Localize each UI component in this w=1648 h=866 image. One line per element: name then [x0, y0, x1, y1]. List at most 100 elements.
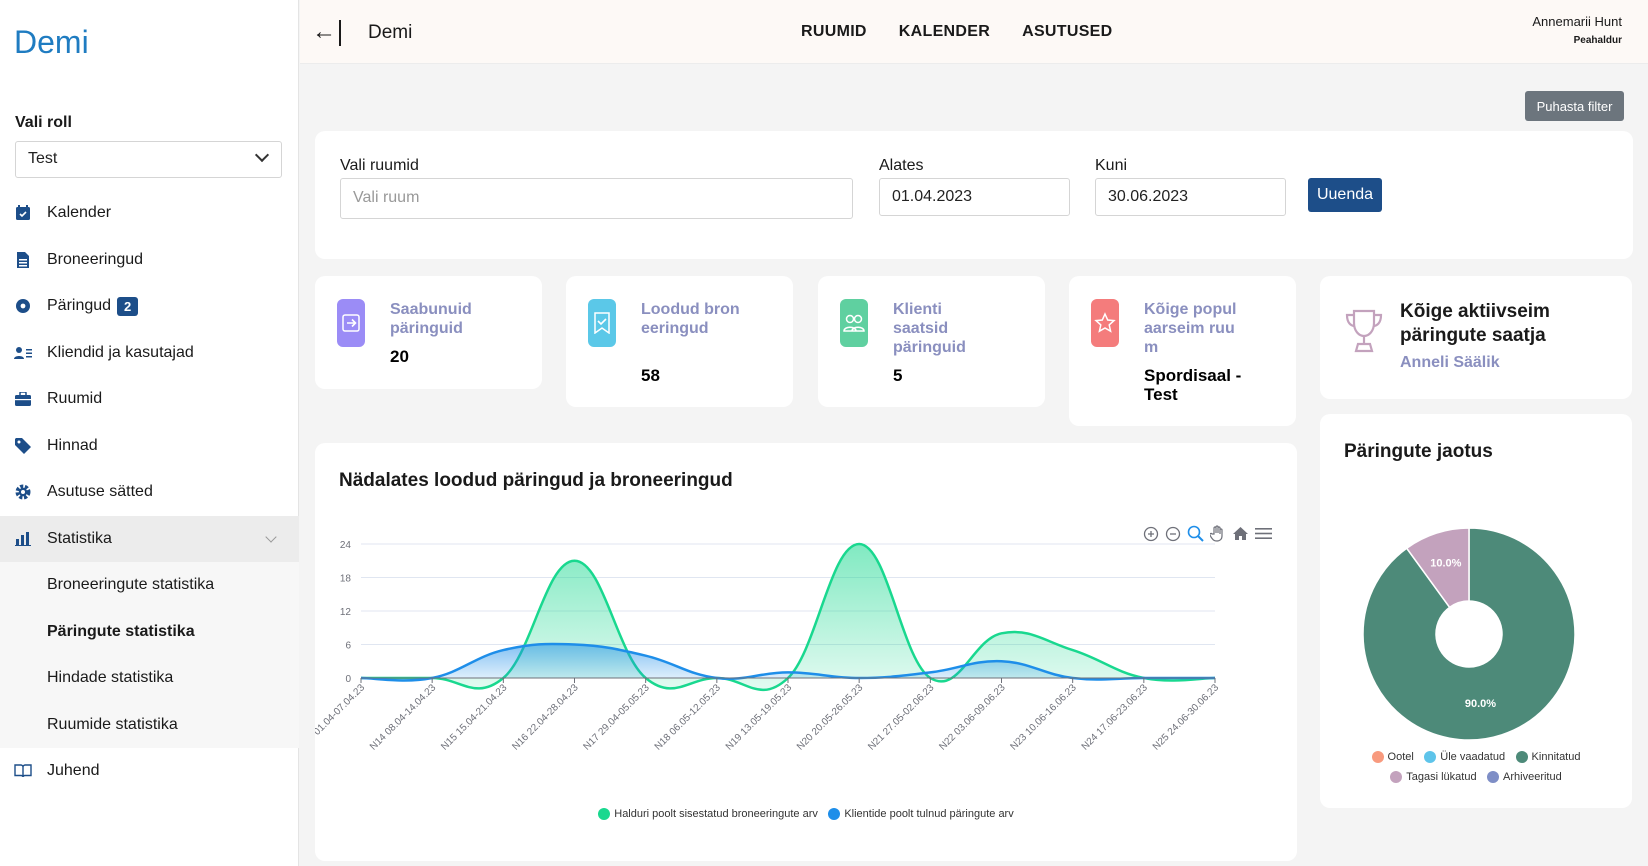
from-date-input[interactable]: 01.04.2023 — [879, 178, 1070, 216]
top-nav-asutused[interactable]: ASUTUSED — [1022, 23, 1112, 41]
sidebar-item-label: Hinnad — [47, 436, 98, 454]
x-tick-label: N19 13.05-19.05.23 — [724, 682, 795, 753]
stat-label: Kõige populaarseim ruum — [1144, 301, 1237, 356]
x-tick-label: N21 27.05-02.06.23 — [866, 682, 937, 753]
sidebar-item-label: Broneeringud — [47, 250, 144, 268]
chevron-down-icon — [265, 530, 277, 543]
chart-legend: Halduri poolt sisestatud broneeringute a… — [315, 807, 1297, 825]
sidebar-item-statistika[interactable]: Statistika — [0, 515, 299, 562]
sidebar-subitem-ruumide-statistika[interactable]: Ruumide statistika — [0, 702, 299, 749]
star-icon — [1091, 299, 1119, 347]
sidebar-item-kliendid[interactable]: Kliendid ja kasutajad — [0, 330, 299, 377]
sidebar-item-ruumid[interactable]: Ruumid — [0, 376, 299, 423]
legend-label: Kinnitatud — [1531, 751, 1581, 763]
brand-title: Demi — [368, 22, 413, 43]
stat-label: Klienti saatsid päringuid — [893, 301, 966, 356]
sidebar-item-broneeringud[interactable]: Broneeringud — [0, 237, 299, 284]
stat-value: 5 — [893, 366, 903, 385]
weekly-area-chart[interactable]: 0 6 12 18 24 N13 01.04-07.04.23 N14 08.04-14.0… — [315, 443, 1297, 861]
y-tick-label: 6 — [345, 641, 351, 652]
collapse-bar-icon — [339, 20, 341, 46]
briefcase-icon — [14, 390, 32, 408]
chevron-down-icon — [254, 147, 270, 163]
collapse-sidebar-button[interactable]: ← — [312, 18, 341, 46]
rooms-input[interactable]: Vali ruum — [340, 178, 853, 219]
document-icon — [14, 251, 32, 269]
update-button[interactable]: Uuenda — [1308, 178, 1382, 212]
sidebar-subitem-paringute-statistika[interactable]: Päringute statistika — [0, 609, 299, 656]
sidebar-item-label: Statistika — [47, 529, 112, 547]
x-tick-label: N14 08.04-14.04.23 — [368, 682, 439, 753]
x-tick-label: N25 24.06-30.06.23 — [1151, 682, 1222, 753]
legend-item-tagasi-lukatud[interactable]: Tagasi lükatud — [1390, 768, 1477, 786]
question-icon — [14, 297, 32, 315]
legend-label: Ootel — [1387, 751, 1414, 763]
sidebar-item-asutuse-satted[interactable]: Asutuse sätted — [0, 469, 299, 516]
sidebar-item-label: Kalender — [47, 204, 112, 222]
legend-item-ule-vaadatud[interactable]: Üle vaadatud — [1424, 748, 1505, 766]
role-select[interactable]: Test — [15, 141, 282, 178]
clear-filter-button[interactable]: Puhasta filter — [1525, 91, 1624, 121]
y-tick-label: 24 — [340, 540, 352, 551]
top-nav: RUUMID KALENDER ASUTUSED — [801, 23, 1113, 41]
request-distribution-donut[interactable]: 90.0% 10.0% — [1320, 464, 1632, 764]
legend-label: Halduri poolt sisestatud broneeringute a… — [614, 808, 818, 820]
top-nav-ruumid[interactable]: RUUMID — [801, 23, 867, 41]
sidebar-item-label: Asutuse sätted — [47, 483, 153, 501]
sidebar-item-label: Kliendid ja kasutajad — [47, 343, 194, 361]
stat-card-clients-sent-requests: Klienti saatsid päringuid 5 — [818, 276, 1045, 407]
app-logo[interactable]: Demi — [14, 24, 89, 61]
statistika-subnav: Broneeringute statistika Päringute stati… — [0, 562, 299, 748]
arrow-left-icon: ← — [312, 18, 336, 45]
calendar-icon — [14, 204, 32, 222]
sidebar-item-label: Päringud — [47, 297, 112, 315]
most-active-card: Kõige aktiivseim päringute saatja Anneli… — [1320, 276, 1632, 399]
legend-item-kinnitatud[interactable]: Kinnitatud — [1515, 748, 1581, 766]
to-date-input[interactable]: 30.06.2023 — [1095, 178, 1286, 216]
topbar: ← Demi RUUMID KALENDER ASUTUSED Annemari… — [300, 0, 1648, 64]
tag-icon — [14, 437, 32, 455]
sidebar-subitem-broneeringute-statistika[interactable]: Broneeringute statistika — [0, 562, 299, 609]
book-icon — [14, 762, 32, 780]
x-tick-label: N13 01.04-07.04.23 — [315, 682, 367, 753]
y-tick-label: 12 — [340, 607, 352, 618]
weekly-chart-card: Nädalates loodud päringud ja broneeringu… — [315, 443, 1297, 861]
most-active-title: Kõige aktiivseim päringute saatja — [1400, 301, 1550, 346]
sidebar-subitem-hindade-statistika[interactable]: Hindade statistika — [0, 655, 299, 702]
arrow-right-icon — [337, 299, 365, 347]
pie-legend: Ootel Üle vaadatud Kinnitatud Tagasi lük… — [1340, 748, 1612, 788]
legend-label: Klientide poolt tulnud päringute arv — [844, 808, 1014, 820]
trophy-icon — [1344, 309, 1384, 358]
sidebar-item-kalender[interactable]: Kalender — [0, 190, 299, 237]
role-label: Vali roll — [15, 114, 72, 131]
rooms-label: Vali ruumid — [340, 157, 419, 174]
bar-chart-icon — [14, 530, 32, 548]
legend-item-ootel[interactable]: Ootel — [1371, 748, 1414, 766]
legend-item-arhiveeritud[interactable]: Arhiveeritud — [1487, 768, 1562, 786]
x-tick-label: N16 22.04-28.04.23 — [510, 682, 581, 753]
x-tick-label: N22 03.06-09.06.23 — [937, 682, 1008, 753]
stat-value: 58 — [641, 366, 660, 385]
user-role: Peahaldur — [1573, 35, 1622, 46]
bookmark-check-icon — [588, 299, 616, 347]
most-active-person[interactable]: Anneli Säälik — [1400, 354, 1500, 372]
sidebar-item-paringud[interactable]: Päringud 2 — [0, 283, 299, 330]
stat-card-most-popular-room: Kõige populaarseim ruum Spordisaal - Tes… — [1069, 276, 1296, 426]
users-icon — [14, 344, 32, 362]
top-nav-kalender[interactable]: KALENDER — [899, 23, 990, 41]
sidebar-item-label: Juhend — [47, 762, 100, 780]
stat-label: Saabunuid päringuid — [390, 301, 472, 337]
stat-value: Spordisaal - Test — [1144, 366, 1242, 404]
request-distribution-card: Päringute jaotus 90.0% 10.0% Ootel Üle va… — [1320, 414, 1632, 808]
legend-item-bookings[interactable]: Halduri poolt sisestatud broneeringute a… — [598, 808, 818, 820]
to-label: Kuni — [1095, 157, 1128, 174]
sidebar-item-hinnad[interactable]: Hinnad — [0, 423, 299, 470]
user-name: Annemarii Hunt — [1532, 14, 1622, 29]
legend-item-requests[interactable]: Klientide poolt tulnud päringute arv — [828, 808, 1014, 820]
gear-icon — [14, 483, 32, 501]
stat-value: 20 — [390, 347, 409, 366]
user-menu[interactable]: Annemarii Hunt Peahaldur — [1532, 14, 1622, 46]
x-tick-label: N23 10.06-16.06.23 — [1008, 682, 1079, 753]
sidebar-item-juhend[interactable]: Juhend — [0, 748, 299, 795]
from-label: Alates — [879, 157, 924, 174]
